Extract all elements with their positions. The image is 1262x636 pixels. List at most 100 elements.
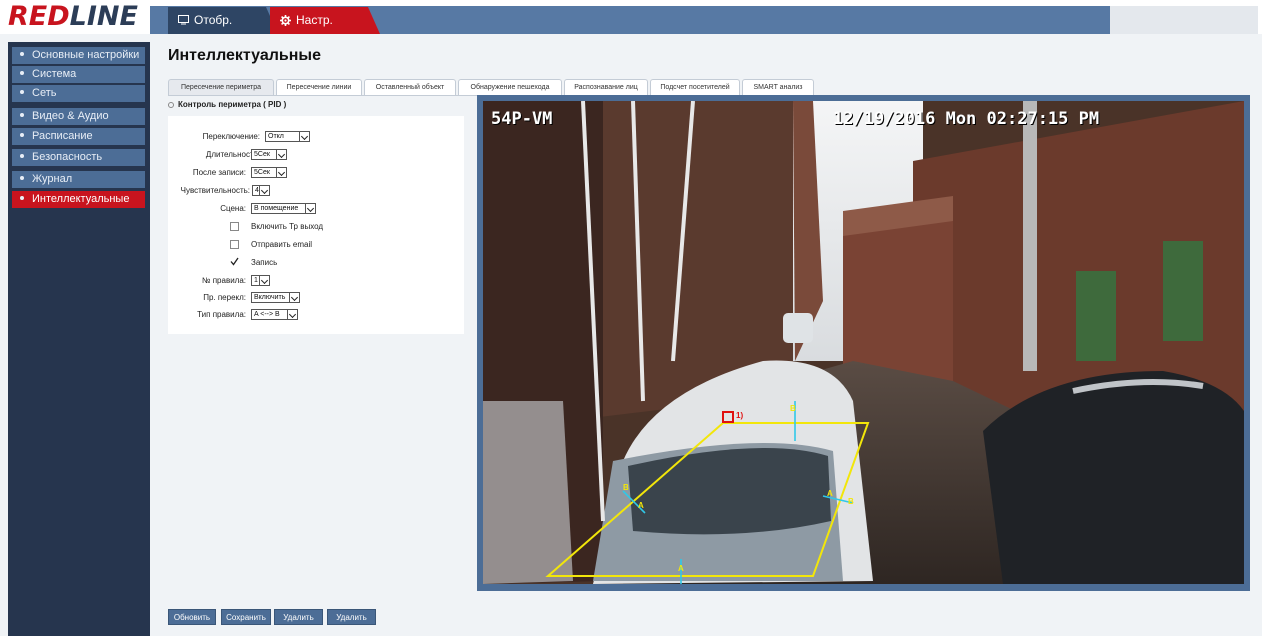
subtab-smart-analysis[interactable]: SMART анализ [742, 79, 814, 95]
tab-display[interactable]: Отобр. [168, 7, 278, 34]
chevron-down-icon [289, 293, 299, 302]
gear-icon [280, 15, 291, 26]
bullet-icon [20, 113, 24, 118]
zone-label: 1) [736, 411, 744, 420]
page-title: Интеллектуальные [168, 47, 321, 64]
duration-select[interactable]: 5Сек [251, 149, 287, 160]
logo-dark-text: LINE [69, 1, 138, 32]
sidebar-item-label: Безопасность [32, 151, 103, 163]
sidebar-item-label: Система [32, 68, 77, 80]
subtab-line-crossing[interactable]: Пересечение линии [276, 79, 362, 95]
scene-label: Сцена: [220, 204, 246, 213]
marker-b: B [623, 483, 629, 492]
sidebar-item-security[interactable]: Безопасность [12, 149, 145, 166]
bullet-icon [20, 71, 24, 76]
enable-output-checkbox[interactable] [230, 222, 239, 231]
duration-label: Длительность: [205, 150, 260, 159]
bullet-icon [20, 196, 24, 201]
camera-timestamp: 12/19/2016 Mon 02:27:15 PM [833, 109, 1100, 129]
chevron-down-icon [287, 310, 297, 319]
subtab-pedestrian[interactable]: Обнаружение пешехода [458, 79, 562, 95]
post-record-select[interactable]: 5Сек [251, 167, 287, 178]
subtab-visitor-count[interactable]: Подсчет посетителей [650, 79, 740, 95]
subtab-abandoned-object[interactable]: Оставленный объект [364, 79, 456, 95]
camera-name: 54P-VM [491, 109, 553, 129]
sidebar: Основные настройки Система Сеть Видео & … [8, 42, 150, 636]
sidebar-item-label: Интеллектуальные [32, 193, 130, 205]
monitor-icon [178, 15, 189, 25]
chevron-down-icon [299, 132, 309, 141]
sidebar-item-label: Расписание [32, 130, 93, 142]
logo-area: REDLINE [0, 0, 150, 34]
settings-form: Переключение: Откл Длительность: 5Сек По… [168, 116, 464, 334]
logo-red-text: RED [8, 1, 70, 32]
bullet-icon [168, 101, 174, 108]
top-right-panel [1110, 6, 1258, 34]
section-title-text: Контроль периметра [178, 100, 261, 109]
sensitivity-label: Чувствительность: [180, 186, 250, 195]
enable-output-label: Включить Тр выход [251, 222, 324, 231]
chevron-down-icon [276, 150, 286, 159]
chevron-down-icon [276, 168, 286, 177]
rule-no-select[interactable]: 1 [251, 275, 270, 286]
sidebar-item-video-audio[interactable]: Видео & Аудио [12, 108, 145, 125]
switch-select[interactable]: Откл [265, 131, 310, 142]
tab-settings-label: Настр. [296, 13, 333, 27]
save-button[interactable]: Сохранить [221, 609, 271, 625]
subtab-perimeter[interactable]: Пересечение периметра [168, 79, 274, 95]
marker-a: A [638, 501, 644, 510]
subtab-face-recognition[interactable]: Распознавание лиц [564, 79, 648, 95]
rule-switch-label: Пр. перекл: [203, 293, 246, 302]
delete-all-button[interactable]: Удалить [327, 609, 376, 625]
duration-select-value: 5Сек [254, 151, 270, 158]
rule-no-label: № правила: [201, 276, 246, 285]
rule-type-select-value: A <--> B [254, 311, 280, 318]
post-record-label: После записи: [192, 168, 246, 177]
sidebar-item-intelligent[interactable]: Интеллектуальные [12, 191, 145, 208]
chevron-down-icon [259, 186, 269, 195]
section-title: Контроль периметра ( PID ) [168, 100, 286, 109]
detection-zone-overlay [545, 401, 870, 584]
bullet-icon [20, 133, 24, 138]
send-email-checkbox[interactable] [230, 240, 239, 249]
bullet-icon [20, 154, 24, 159]
rule-type-label: Тип правила: [197, 310, 246, 319]
record-label: Запись [251, 258, 278, 267]
rule-type-select[interactable]: A <--> B [251, 309, 298, 320]
refresh-button[interactable]: Обновить [168, 609, 216, 625]
sidebar-item-label: Сеть [32, 87, 57, 99]
checkmark-icon [230, 257, 239, 266]
tab-display-label: Отобр. [194, 13, 233, 27]
rule-switch-select[interactable]: Включить [251, 292, 300, 303]
section-code: ( PID ) [263, 100, 287, 109]
sidebar-item-system[interactable]: Система [12, 66, 145, 83]
scene-select-value: В помещение [254, 205, 299, 212]
switch-label: Переключение: [202, 132, 260, 141]
chevron-down-icon [305, 204, 315, 213]
rule-no-select-value: 1 [254, 277, 258, 284]
switch-select-value: Откл [268, 133, 284, 140]
tab-arrow [368, 7, 380, 34]
sidebar-item-basic[interactable]: Основные настройки [12, 47, 145, 64]
bullet-icon [20, 90, 24, 95]
scene-select[interactable]: В помещение [251, 203, 316, 214]
delete-button[interactable]: Удалить [274, 609, 323, 625]
rule-switch-select-value: Включить [254, 294, 286, 301]
camera-view[interactable]: 1) B A B A A B 54P-VM 12/19/2016 Mon 02:… [483, 101, 1244, 584]
sensitivity-select[interactable]: 4 [252, 185, 270, 196]
sidebar-item-schedule[interactable]: Расписание [12, 128, 145, 145]
logo: REDLINE [8, 3, 138, 31]
sidebar-item-journal[interactable]: Журнал [12, 171, 145, 188]
post-record-select-value: 5Сек [254, 169, 270, 176]
marker-a: A [827, 489, 833, 498]
tab-settings[interactable]: Настр. [270, 7, 380, 34]
sidebar-item-network[interactable]: Сеть [12, 85, 145, 102]
chevron-down-icon [259, 276, 269, 285]
record-checkbox[interactable] [230, 257, 239, 266]
sidebar-item-label: Видео & Аудио [32, 110, 109, 122]
sidebar-item-label: Журнал [32, 173, 73, 185]
bullet-icon [20, 176, 24, 181]
bullet-icon [20, 52, 24, 57]
marker-a: A [678, 564, 684, 573]
marker-b: B [848, 497, 854, 506]
